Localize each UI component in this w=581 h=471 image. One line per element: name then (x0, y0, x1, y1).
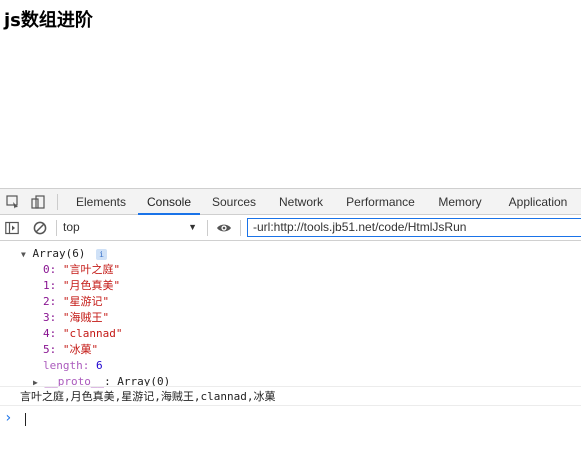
item-value: "月色真美" (62, 279, 121, 292)
item-value: "言叶之庭" (62, 263, 121, 276)
clear-console-icon[interactable] (33, 221, 47, 235)
context-selector[interactable]: top ▼ (63, 218, 203, 237)
toolbar-separator (56, 220, 57, 236)
chevron-down-icon: ▼ (188, 222, 197, 232)
sidebar-toggle-icon[interactable] (5, 221, 19, 235)
page-title: js数组进阶 (4, 10, 93, 31)
length-key: length: (43, 359, 90, 372)
array-length: length: 6 (43, 358, 103, 374)
info-icon: i (96, 248, 108, 260)
tab-application[interactable]: Application (499, 189, 577, 215)
item-index: 0: (43, 263, 57, 276)
device-toolbar-icon[interactable] (31, 195, 45, 209)
log-message: 言叶之庭,月色真美,星游记,海贼王,clannad,冰菓 (20, 390, 276, 403)
tab-network[interactable]: Network (270, 189, 332, 215)
array-header[interactable]: ▼ Array(6) i (21, 246, 108, 262)
console-prompt[interactable]: › (4, 409, 581, 427)
devtools-tabbar: Elements Console Sources Network Perform… (0, 188, 581, 215)
expand-triangle-icon: ▼ (21, 250, 26, 259)
array-summary: Array(6) (32, 247, 86, 260)
eye-icon[interactable] (216, 221, 232, 235)
length-value: 6 (95, 359, 103, 372)
tab-performance[interactable]: Performance (339, 189, 422, 215)
tab-separator (57, 194, 58, 210)
array-item: 5: "冰菓" (43, 342, 98, 358)
inspect-element-icon[interactable] (6, 195, 20, 209)
text-cursor (25, 412, 27, 426)
array-item: 0: "言叶之庭" (43, 262, 120, 278)
tab-sources[interactable]: Sources (205, 189, 263, 215)
tab-memory[interactable]: Memory (430, 189, 490, 215)
array-item: 1: "月色真美" (43, 278, 120, 294)
item-index: 2: (43, 295, 57, 308)
toolbar-separator (240, 220, 241, 236)
item-value: "星游记" (62, 295, 110, 308)
item-value: "clannad" (62, 327, 123, 340)
devtools-panel: Elements Console Sources Network Perform… (0, 188, 581, 471)
item-index: 3: (43, 311, 57, 324)
item-index: 5: (43, 343, 57, 356)
item-value: "海贼王" (62, 311, 110, 324)
item-index: 4: (43, 327, 57, 340)
toolbar-separator (207, 220, 208, 236)
item-index: 1: (43, 279, 57, 292)
console-filter-input[interactable]: -url:http://tools.jb51.net/code/HtmlJsRu… (247, 218, 581, 237)
prompt-chevron-icon: › (4, 410, 13, 426)
array-item: 2: "星游记" (43, 294, 109, 310)
console-log-row: 言叶之庭,月色真美,星游记,海贼王,clannad,冰菓 (0, 386, 581, 406)
array-item: 3: "海贼王" (43, 310, 109, 326)
context-selector-value: top (63, 220, 80, 234)
array-item: 4: "clannad" (43, 326, 122, 342)
item-value: "冰菓" (62, 343, 99, 356)
console-toolbar: top ▼ -url:http://tools.jb51.net/code/Ht… (0, 215, 581, 241)
tab-console[interactable]: Console (138, 189, 200, 215)
tab-elements[interactable]: Elements (69, 189, 133, 215)
